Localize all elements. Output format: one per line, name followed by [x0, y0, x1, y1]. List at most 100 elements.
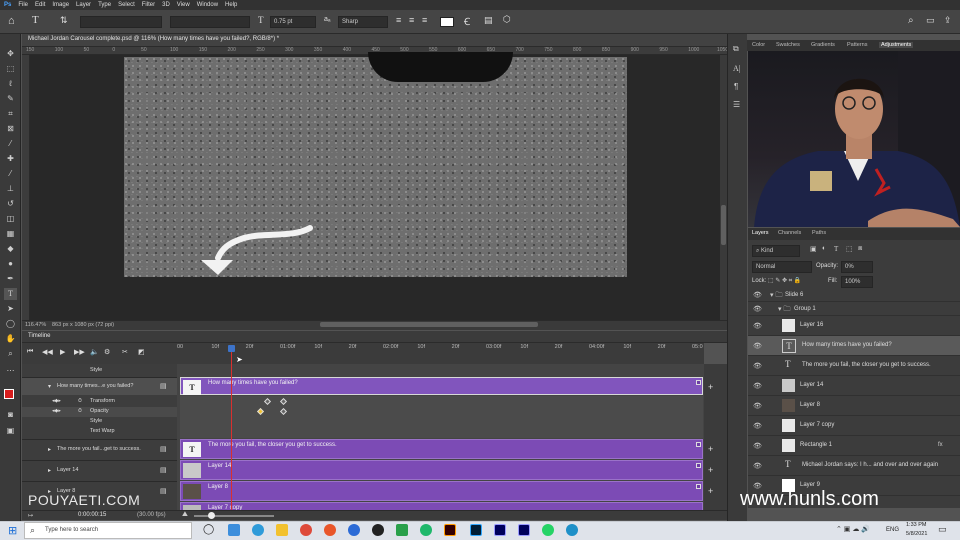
align-left-icon[interactable]: ≡: [396, 15, 401, 25]
canvas-scrollbar-horizontal[interactable]: [320, 322, 538, 327]
language-indicator[interactable]: ENG: [886, 527, 899, 533]
blur-tool-icon[interactable]: ◆: [4, 243, 17, 255]
zoom-tool-icon[interactable]: ⌕: [4, 348, 17, 360]
visibility-eye-icon[interactable]: 👁: [753, 442, 762, 450]
stopwatch-icon[interactable]: ⏱: [78, 398, 82, 404]
healing-brush-tool-icon[interactable]: ✚: [4, 153, 17, 165]
render-video-icon[interactable]: ↦: [28, 512, 33, 519]
text-color-swatch[interactable]: [440, 17, 454, 27]
visibility-eye-icon[interactable]: 👁: [753, 322, 762, 330]
pen-tool-icon[interactable]: ✒: [4, 273, 17, 285]
track-row[interactable]: ▸ The more you fail...get to success. ▤: [22, 439, 177, 459]
layer-row[interactable]: 👁 Layer 16: [748, 316, 960, 336]
visibility-eye-icon[interactable]: 👁: [753, 462, 762, 470]
visibility-eye-icon[interactable]: 👁: [753, 382, 762, 390]
playhead-handle[interactable]: [228, 345, 235, 352]
menu-3d[interactable]: 3D: [162, 2, 170, 8]
visibility-eye-icon[interactable]: 👁: [753, 342, 762, 350]
align-center-icon[interactable]: ≡: [409, 15, 414, 25]
filter-adjust-icon[interactable]: ◐: [822, 245, 826, 252]
visibility-eye-icon[interactable]: 👁: [753, 305, 762, 313]
shape-tool-icon[interactable]: ◯: [4, 318, 17, 330]
properties-panel-icon[interactable]: ☰: [733, 100, 740, 109]
tab-adjustments[interactable]: Adjustments: [879, 42, 914, 48]
more-tools-icon[interactable]: ⋯: [4, 365, 17, 377]
timeline-clip[interactable]: Layer 8: [180, 481, 703, 501]
menu-filter[interactable]: Filter: [142, 2, 155, 8]
task-view-icon[interactable]: ◯: [203, 524, 214, 535]
paragraph-panel-icon[interactable]: ¶: [734, 82, 738, 91]
quick-select-tool-icon[interactable]: ✎: [4, 93, 17, 105]
timeline-ruler[interactable]: 00 10f 20f 01:00f 10f 20f 02:00f 10f 20f 03:00f 10…: [177, 343, 704, 364]
layer-row-selected[interactable]: 👁 T How many times have you failed?: [748, 336, 960, 356]
text-orientation-icon[interactable]: ⇅: [60, 15, 68, 26]
visibility-eye-icon[interactable]: 👁: [753, 362, 762, 370]
track-menu-icon[interactable]: ▤: [160, 382, 167, 390]
settings-gear-icon[interactable]: ⚙: [104, 348, 110, 356]
align-right-icon[interactable]: ≡: [422, 15, 427, 25]
font-style-select[interactable]: [170, 16, 250, 28]
move-tool-icon[interactable]: ✥: [4, 48, 17, 60]
timeline-clip[interactable]: T How many times have you failed?: [180, 377, 703, 395]
track-row[interactable]: Style: [22, 366, 177, 376]
crop-tool-icon[interactable]: ⌗: [4, 108, 17, 120]
tab-color[interactable]: Color: [752, 42, 765, 48]
filter-smart-icon[interactable]: ⧈: [858, 245, 862, 253]
menu-window[interactable]: Window: [197, 2, 218, 8]
layer-row[interactable]: 👁 Layer 7 copy: [748, 416, 960, 436]
property-row[interactable]: ◂◆▸ ⏱ Transform: [22, 397, 177, 407]
menu-image[interactable]: Image: [52, 2, 69, 8]
brush-tool-icon[interactable]: ⁄: [4, 168, 17, 180]
warp-text-icon[interactable]: Ꞓ: [464, 14, 470, 28]
expand-chevron-icon[interactable]: ▸: [48, 446, 51, 453]
filter-type-icon[interactable]: T: [834, 245, 838, 253]
tab-channels[interactable]: Channels: [778, 230, 801, 236]
tab-patterns[interactable]: Patterns: [847, 42, 867, 48]
track-menu-icon[interactable]: ▤: [160, 487, 167, 495]
share-icon[interactable]: ⇪: [944, 15, 952, 26]
gradient-tool-icon[interactable]: ▦: [4, 228, 17, 240]
opacity-field[interactable]: 0%: [841, 261, 873, 273]
character-panel-icon[interactable]: A|: [733, 64, 740, 73]
taskbar-time[interactable]: 1:33 PM: [906, 522, 926, 528]
menu-edit[interactable]: Edit: [35, 2, 45, 8]
audio-icon[interactable]: 🔈: [90, 348, 99, 356]
next-frame-icon[interactable]: ▶▶: [74, 348, 85, 356]
clone-stamp-tool-icon[interactable]: ⊥: [4, 183, 17, 195]
screen-mode-icon[interactable]: ▣: [4, 425, 17, 437]
layer-kind-filter[interactable]: ⌕ Kind: [752, 245, 800, 257]
clip-end-handle[interactable]: [696, 442, 701, 447]
taskbar-app-icon[interactable]: [566, 524, 578, 536]
menu-layer[interactable]: Layer: [76, 2, 91, 8]
layer-row[interactable]: 👁 T Michael Jordan says: I h... and over…: [748, 456, 960, 476]
notification-icon[interactable]: ▭: [938, 524, 947, 535]
track-menu-icon[interactable]: ▤: [160, 445, 167, 453]
taskbar-app-icon[interactable]: [276, 524, 288, 536]
marquee-tool-icon[interactable]: ⬚: [4, 63, 17, 75]
3d-icon[interactable]: ⬡: [503, 14, 511, 25]
tab-swatches[interactable]: Swatches: [776, 42, 800, 48]
tab-paths[interactable]: Paths: [812, 230, 826, 236]
home-icon[interactable]: ⌂: [8, 15, 15, 27]
timeline-clip[interactable]: T The more you fail, the closer you get …: [180, 439, 703, 459]
add-media-icon[interactable]: +: [708, 486, 713, 496]
taskbar-app-icon[interactable]: [444, 524, 456, 536]
document-tab[interactable]: Michael Jordan Carousel complete.psd @ 1…: [22, 34, 744, 47]
split-at-playhead-icon[interactable]: ✂: [122, 348, 128, 356]
layer-row[interactable]: 👁 Layer 8: [748, 396, 960, 416]
layer-row-group[interactable]: 👁 ▾ 🗀 Slide 6: [748, 288, 960, 302]
zoom-out-icon[interactable]: ⛰: [182, 511, 188, 519]
taskbar-app-icon[interactable]: [372, 524, 384, 536]
fx-icon[interactable]: fx: [938, 442, 943, 448]
taskbar-app-icon[interactable]: [542, 524, 554, 536]
taskbar-app-icon[interactable]: [300, 524, 312, 536]
antialias-select[interactable]: Sharp: [338, 16, 388, 28]
menu-type[interactable]: Type: [98, 2, 111, 8]
taskbar-app-icon[interactable]: [518, 524, 530, 536]
taskbar-app-icon[interactable]: [420, 524, 432, 536]
transition-icon[interactable]: ◩: [138, 348, 145, 356]
layer-row-group[interactable]: 👁 ▾ 🗀 Group 1: [748, 302, 960, 316]
history-panel-icon[interactable]: ⧉: [733, 44, 739, 54]
track-row[interactable]: ▸ Layer 14 ▤: [22, 460, 177, 480]
tab-layers[interactable]: Layers: [752, 230, 769, 236]
